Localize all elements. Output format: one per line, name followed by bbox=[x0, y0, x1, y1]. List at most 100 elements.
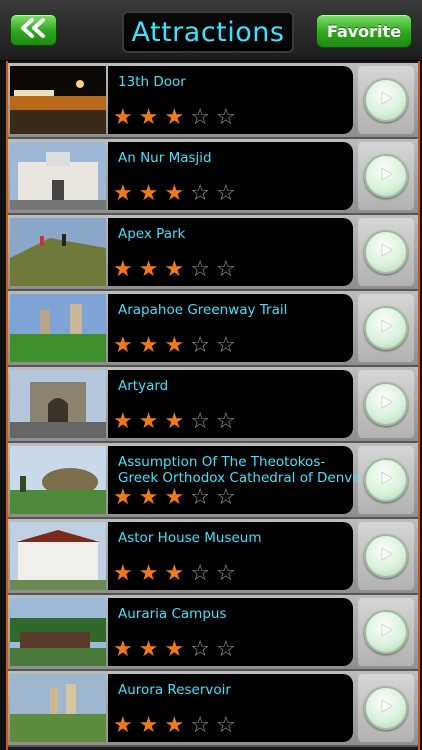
star-filled-icon: ★ bbox=[138, 105, 159, 130]
attraction-info[interactable]: Auraria Campus ★ ★ ★ ☆ ☆ bbox=[108, 598, 353, 666]
attraction-thumbnail bbox=[10, 674, 106, 742]
attraction-name: Astor House Museum bbox=[118, 530, 262, 546]
detail-cell bbox=[358, 370, 414, 438]
play-arrow-icon bbox=[377, 697, 395, 719]
attraction-name: 13th Door bbox=[118, 74, 186, 90]
star-filled-icon: ★ bbox=[164, 105, 185, 130]
rating-stars: ★ ★ ★ ☆ ☆ bbox=[113, 182, 236, 206]
attraction-thumbnail bbox=[10, 370, 106, 438]
play-arrow-icon bbox=[377, 393, 395, 415]
star-filled-icon: ★ bbox=[164, 409, 185, 434]
open-detail-button[interactable] bbox=[364, 382, 408, 426]
list-item[interactable]: Apex Park ★ ★ ★ ☆ ☆ bbox=[8, 215, 418, 291]
detail-cell bbox=[358, 66, 414, 134]
attractions-list[interactable]: 13th Door ★ ★ ★ ☆ ☆ An Nur Masjid ★ ★ ★ ☆ ☆ Apex Par… bbox=[6, 61, 420, 750]
star-empty-icon: ☆ bbox=[190, 333, 210, 358]
list-item[interactable]: Auraria Campus ★ ★ ★ ☆ ☆ bbox=[8, 595, 418, 671]
attraction-info[interactable]: Apex Park ★ ★ ★ ☆ ☆ bbox=[108, 218, 353, 286]
star-empty-icon: ☆ bbox=[215, 485, 236, 510]
attraction-info[interactable]: Arapahoe Greenway Trail ★ ★ ★ ☆ ☆ bbox=[108, 294, 353, 362]
rating-stars: ★ ★ ★ ☆ ☆ bbox=[113, 410, 236, 434]
star-empty-icon: ☆ bbox=[190, 561, 210, 586]
list-item[interactable]: Astor House Museum ★ ★ ★ ☆ ☆ bbox=[8, 519, 418, 595]
attraction-info[interactable]: 13th Door ★ ★ ★ ☆ ☆ bbox=[108, 66, 353, 134]
star-filled-icon: ★ bbox=[164, 637, 185, 662]
detail-cell bbox=[358, 674, 414, 742]
star-empty-icon: ☆ bbox=[190, 409, 210, 434]
detail-cell bbox=[358, 598, 414, 666]
list-item[interactable]: Artyard ★ ★ ★ ☆ ☆ bbox=[8, 367, 418, 443]
star-filled-icon: ★ bbox=[113, 713, 133, 738]
attraction-info[interactable]: Astor House Museum ★ ★ ★ ☆ ☆ bbox=[108, 522, 353, 590]
top-bar: Attractions Favorite bbox=[0, 0, 422, 62]
list-item[interactable]: 13th Door ★ ★ ★ ☆ ☆ bbox=[8, 63, 418, 139]
star-filled-icon: ★ bbox=[164, 713, 185, 738]
attraction-name: Assumption Of The Theotokos- Greek Ortho… bbox=[118, 454, 367, 486]
open-detail-button[interactable] bbox=[364, 78, 408, 122]
star-empty-icon: ☆ bbox=[215, 333, 236, 358]
attraction-info[interactable]: Aurora Reservoir ★ ★ ★ ☆ ☆ bbox=[108, 674, 353, 742]
attraction-thumbnail bbox=[10, 598, 106, 666]
attraction-thumbnail bbox=[10, 218, 106, 286]
star-filled-icon: ★ bbox=[138, 637, 159, 662]
open-detail-button[interactable] bbox=[364, 610, 408, 654]
attraction-thumbnail bbox=[10, 66, 106, 134]
double-chevron-left-icon bbox=[19, 18, 49, 42]
attraction-thumbnail bbox=[10, 294, 106, 362]
star-filled-icon: ★ bbox=[113, 409, 133, 434]
star-empty-icon: ☆ bbox=[215, 637, 236, 662]
attraction-info[interactable]: Artyard ★ ★ ★ ☆ ☆ bbox=[108, 370, 353, 438]
star-empty-icon: ☆ bbox=[190, 485, 210, 510]
star-filled-icon: ★ bbox=[138, 485, 159, 510]
list-item[interactable]: An Nur Masjid ★ ★ ★ ☆ ☆ bbox=[8, 139, 418, 215]
favorite-button[interactable]: Favorite bbox=[316, 14, 412, 48]
star-empty-icon: ☆ bbox=[190, 637, 210, 662]
star-empty-icon: ☆ bbox=[215, 181, 236, 206]
play-arrow-icon bbox=[377, 165, 395, 187]
detail-cell bbox=[358, 218, 414, 286]
attraction-thumbnail bbox=[10, 446, 106, 514]
star-filled-icon: ★ bbox=[113, 637, 133, 662]
open-detail-button[interactable] bbox=[364, 458, 408, 502]
list-item[interactable]: Assumption Of The Theotokos- Greek Ortho… bbox=[8, 443, 418, 519]
list-item[interactable]: Arapahoe Greenway Trail ★ ★ ★ ☆ ☆ bbox=[8, 291, 418, 367]
star-filled-icon: ★ bbox=[138, 561, 159, 586]
attraction-info[interactable]: An Nur Masjid ★ ★ ★ ☆ ☆ bbox=[108, 142, 353, 210]
star-filled-icon: ★ bbox=[138, 333, 159, 358]
play-arrow-icon bbox=[377, 89, 395, 111]
detail-cell bbox=[358, 142, 414, 210]
open-detail-button[interactable] bbox=[364, 534, 408, 578]
detail-cell bbox=[358, 294, 414, 362]
star-empty-icon: ☆ bbox=[190, 713, 210, 738]
attraction-info[interactable]: Assumption Of The Theotokos- Greek Ortho… bbox=[108, 446, 366, 514]
play-arrow-icon bbox=[377, 241, 395, 263]
open-detail-button[interactable] bbox=[364, 230, 408, 274]
star-filled-icon: ★ bbox=[164, 257, 185, 282]
star-filled-icon: ★ bbox=[113, 257, 133, 282]
attraction-name: Arapahoe Greenway Trail bbox=[118, 302, 288, 318]
rating-stars: ★ ★ ★ ☆ ☆ bbox=[113, 486, 236, 510]
attraction-name: Artyard bbox=[118, 378, 169, 394]
rating-stars: ★ ★ ★ ☆ ☆ bbox=[113, 106, 236, 130]
star-filled-icon: ★ bbox=[113, 105, 133, 130]
star-empty-icon: ☆ bbox=[190, 105, 210, 130]
attraction-name: Aurora Reservoir bbox=[118, 682, 231, 698]
page-title: Attractions bbox=[122, 11, 294, 53]
star-empty-icon: ☆ bbox=[190, 181, 210, 206]
star-empty-icon: ☆ bbox=[215, 409, 236, 434]
star-empty-icon: ☆ bbox=[215, 713, 236, 738]
play-arrow-icon bbox=[377, 317, 395, 339]
open-detail-button[interactable] bbox=[364, 306, 408, 350]
open-detail-button[interactable] bbox=[364, 154, 408, 198]
rating-stars: ★ ★ ★ ☆ ☆ bbox=[113, 714, 236, 738]
star-filled-icon: ★ bbox=[164, 333, 185, 358]
attraction-thumbnail bbox=[10, 142, 106, 210]
play-arrow-icon bbox=[377, 545, 395, 567]
detail-cell bbox=[358, 446, 414, 514]
list-item[interactable]: Aurora Reservoir ★ ★ ★ ☆ ☆ bbox=[8, 671, 418, 747]
play-arrow-icon bbox=[377, 469, 395, 491]
detail-cell bbox=[358, 522, 414, 590]
open-detail-button[interactable] bbox=[364, 686, 408, 730]
back-button[interactable] bbox=[10, 14, 57, 46]
star-filled-icon: ★ bbox=[113, 333, 133, 358]
